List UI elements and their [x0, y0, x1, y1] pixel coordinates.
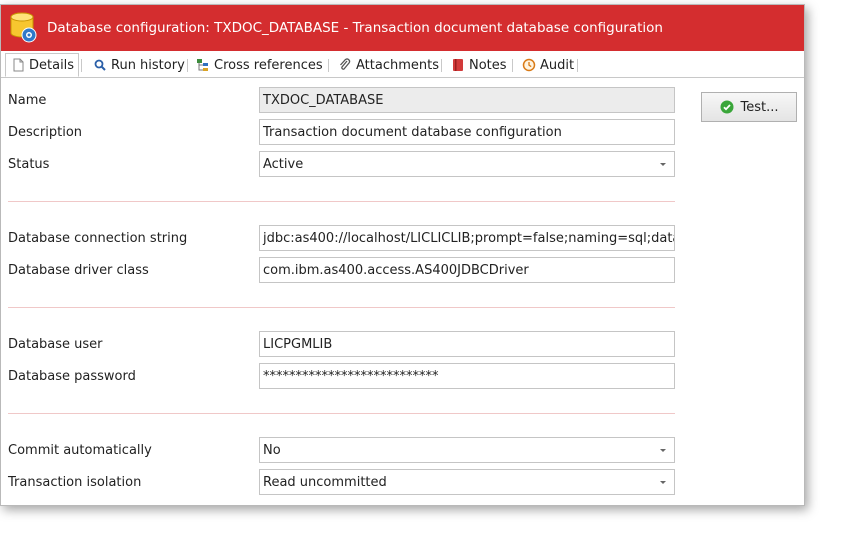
transaction-isolation-label: Transaction isolation: [8, 475, 142, 490]
commit-automatically-label: Commit automatically: [8, 443, 152, 458]
description-field[interactable]: Transaction document database configurat…: [259, 119, 675, 145]
tab-run-history[interactable]: Run history: [93, 54, 185, 76]
name-value: TXDOC_DATABASE: [263, 92, 384, 108]
connection-string-field[interactable]: jdbc:as400://localhost/LICLICLIB;prompt=…: [259, 225, 675, 251]
commit-automatically-value: No: [263, 442, 281, 458]
transaction-isolation-select[interactable]: Read uncommitted: [259, 469, 675, 495]
transaction-isolation-value: Read uncommitted: [263, 474, 387, 490]
status-label: Status: [8, 157, 50, 172]
check-circle-icon: [720, 100, 734, 114]
tab-notes[interactable]: Notes: [451, 54, 507, 76]
section-divider: [8, 307, 675, 308]
tab-divider: [577, 59, 578, 72]
tab-label: Run history: [111, 57, 185, 73]
commit-automatically-select[interactable]: No: [259, 437, 675, 463]
database-user-label: Database user: [8, 337, 103, 352]
section-divider: [8, 201, 675, 202]
driver-class-label: Database driver class: [8, 263, 149, 278]
tab-divider: [328, 59, 329, 72]
tab-label: Details: [29, 57, 75, 73]
clock-icon: [522, 58, 536, 72]
tab-divider: [187, 59, 188, 72]
driver-class-field[interactable]: com.ibm.as400.access.AS400JDBCDriver: [259, 257, 675, 283]
tab-audit[interactable]: Audit: [522, 54, 574, 76]
status-select[interactable]: Active: [259, 151, 675, 177]
tab-cross-references[interactable]: Cross references: [196, 54, 323, 76]
paperclip-icon: [338, 58, 352, 72]
test-button-label: Test...: [740, 99, 779, 115]
connection-string-value: jdbc:as400://localhost/LICLICLIB;prompt=…: [263, 230, 675, 246]
tab-label: Notes: [469, 57, 507, 73]
magnifier-icon: [93, 58, 107, 72]
description-label: Description: [8, 125, 83, 140]
name-field[interactable]: TXDOC_DATABASE: [259, 87, 675, 113]
description-value: Transaction document database configurat…: [263, 124, 562, 140]
database-password-field[interactable]: ***************************: [259, 363, 675, 389]
name-label: Name: [8, 93, 47, 108]
hierarchy-icon: [196, 58, 210, 72]
connection-string-label: Database connection string: [8, 231, 188, 246]
database-password-value: ***************************: [263, 368, 439, 384]
database-user-field[interactable]: LICPGMLIB: [259, 331, 675, 357]
database-settings-icon: [9, 11, 39, 43]
tab-label: Audit: [540, 57, 575, 73]
title-bar: Database configuration: TXDOC_DATABASE -…: [1, 5, 804, 51]
tab-label: Cross references: [214, 57, 323, 73]
tab-bar: Details Run history Cross references Att…: [1, 51, 804, 78]
tab-attachments[interactable]: Attachments: [338, 54, 439, 76]
document-icon: [11, 58, 25, 72]
window-title: Database configuration: TXDOC_DATABASE -…: [47, 20, 663, 36]
status-value: Active: [263, 156, 304, 172]
test-button[interactable]: Test...: [701, 92, 797, 122]
tab-divider: [81, 59, 82, 72]
database-user-value: LICPGMLIB: [263, 336, 333, 352]
section-divider: [8, 413, 675, 414]
database-password-label: Database password: [8, 369, 136, 384]
tab-divider: [441, 59, 442, 72]
book-icon: [451, 58, 465, 72]
driver-class-value: com.ibm.as400.access.AS400JDBCDriver: [263, 262, 529, 278]
tab-label: Attachments: [356, 57, 439, 73]
tab-divider: [512, 59, 513, 72]
database-configuration-window: Database configuration: TXDOC_DATABASE -…: [0, 4, 805, 506]
tab-details[interactable]: Details: [5, 53, 80, 77]
